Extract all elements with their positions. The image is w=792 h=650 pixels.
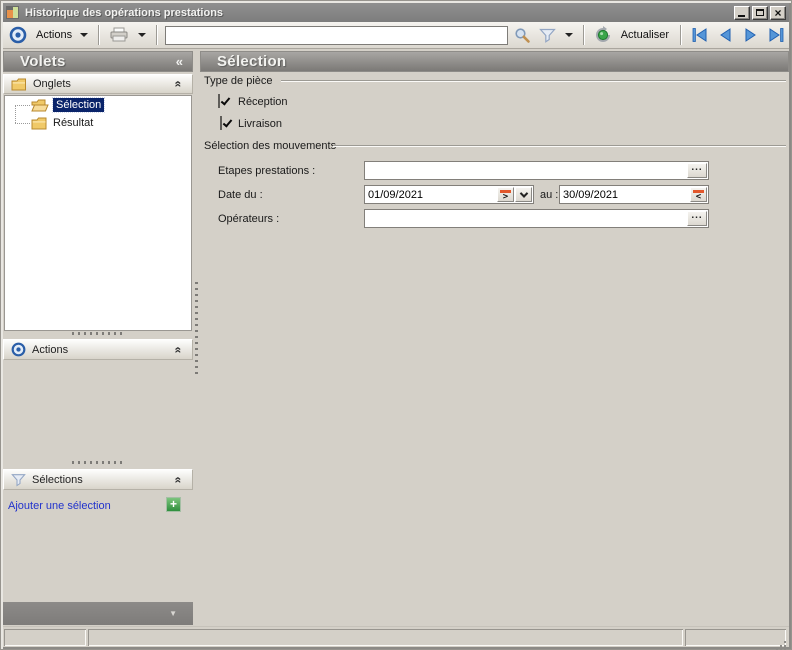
folder-icon	[11, 78, 27, 91]
etapes-browse-button[interactable]: ...	[687, 163, 707, 178]
toolbar-separator	[582, 25, 585, 45]
main-panel-header: Sélection	[200, 51, 789, 72]
resize-grip[interactable]	[784, 641, 786, 643]
section-actions-header[interactable]: Actions «	[3, 339, 193, 360]
app-window: Historique des opérations prestations × …	[0, 0, 792, 650]
group-divider	[281, 80, 786, 82]
tree-item-resultat[interactable]: Résultat	[31, 115, 93, 131]
minimize-icon	[738, 14, 745, 17]
reception-checkbox[interactable]	[218, 94, 220, 108]
status-pane-left	[4, 629, 86, 646]
print-dropdown-icon[interactable]	[138, 33, 147, 37]
refresh-button[interactable]: Actualiser	[621, 29, 669, 41]
livraison-checkbox[interactable]	[220, 116, 222, 130]
actions-target-icon	[11, 342, 26, 357]
filter-dropdown-icon[interactable]	[564, 33, 573, 37]
actions-dropdown-icon[interactable]	[80, 33, 89, 37]
toolbar-separator	[680, 25, 682, 45]
section-actions-label: Actions	[32, 343, 69, 356]
chevron-collapse-icon[interactable]: «	[172, 476, 186, 483]
chevron-collapse-icon[interactable]: «	[172, 81, 186, 88]
operateurs-input[interactable]	[365, 210, 687, 227]
main-panel-title: Sélection	[217, 53, 287, 70]
tree-connector	[15, 105, 30, 106]
date-au-field: <	[559, 185, 709, 204]
tree-connector	[15, 105, 16, 123]
operateurs-browse-button[interactable]: ...	[687, 211, 707, 226]
search-icon[interactable]	[514, 27, 531, 44]
search-input[interactable]	[165, 25, 508, 45]
nav-first-button[interactable]	[691, 28, 708, 42]
nav-previous-button[interactable]	[718, 28, 733, 42]
sidebar-overflow-bar[interactable]: ▼	[3, 602, 193, 625]
print-button[interactable]	[109, 27, 129, 43]
date-du-field: >	[364, 185, 534, 204]
group-divider	[333, 145, 786, 147]
section-onglets-label: Onglets	[33, 78, 71, 90]
onglets-tree: Sélection Résultat	[4, 95, 192, 331]
date-du-input[interactable]	[365, 186, 497, 203]
date-du-label: Date du :	[218, 189, 263, 201]
sidebar-splitter[interactable]	[3, 331, 193, 336]
maximize-button[interactable]	[752, 5, 768, 20]
section-selections-label: Sélections	[32, 473, 83, 486]
window-title: Historique des opérations prestations	[25, 6, 224, 19]
toolbar-separator	[98, 25, 101, 45]
chevron-down-icon[interactable]: ▼	[169, 609, 177, 618]
group-type-piece-label: Type de pièce	[204, 75, 273, 87]
livraison-checkbox-label: Livraison	[238, 118, 283, 130]
arrow-left-icon: <	[695, 191, 702, 202]
date-du-dropdown-button[interactable]	[515, 187, 532, 202]
group-mouvements-label: Sélection des mouvements	[204, 140, 337, 152]
collapse-panel-icon[interactable]: «	[176, 54, 183, 69]
title-bar: Historique des opérations prestations ×	[3, 3, 789, 22]
volets-title: Volets	[20, 53, 66, 70]
nav-next-button[interactable]	[743, 28, 758, 42]
status-pane-right	[685, 629, 786, 646]
actions-menu-button[interactable]: Actions	[36, 29, 72, 41]
status-bar	[3, 626, 789, 647]
tree-item-resultat-label: Résultat	[53, 117, 94, 129]
volets-panel-header: Volets «	[3, 51, 193, 72]
tree-item-selection-label: Sélection	[51, 97, 106, 113]
date-au-input[interactable]	[560, 186, 690, 203]
reception-checkbox-label: Réception	[238, 96, 288, 108]
sidebar-splitter[interactable]	[3, 460, 193, 465]
status-pane-middle	[88, 629, 683, 646]
toolbar-separator	[156, 25, 159, 45]
chevron-collapse-icon[interactable]: «	[172, 346, 186, 353]
add-selection-link[interactable]: Ajouter une sélection	[8, 500, 111, 512]
etapes-prestations-label: Etapes prestations :	[218, 165, 316, 177]
app-icon	[6, 6, 19, 19]
actions-target-icon[interactable]	[9, 26, 27, 44]
chevron-down-icon	[519, 188, 528, 198]
close-icon: ×	[774, 5, 782, 20]
toolbar: Actions Actualiser	[3, 22, 789, 49]
date-au-label: au :	[540, 189, 559, 201]
refresh-icon[interactable]	[594, 26, 612, 44]
maximize-icon	[756, 8, 764, 16]
tree-connector	[15, 123, 30, 124]
arrow-right-icon: >	[502, 191, 509, 202]
open-folder-icon	[31, 99, 49, 111]
nav-last-button[interactable]	[768, 28, 785, 42]
close-button[interactable]: ×	[770, 5, 786, 20]
etapes-prestations-field: ...	[364, 161, 709, 180]
section-onglets-header[interactable]: Onglets «	[3, 74, 193, 94]
etapes-prestations-input[interactable]	[365, 162, 687, 179]
add-selection-plus-button[interactable]: +	[166, 497, 181, 512]
filter-icon	[11, 473, 26, 487]
section-selections-header[interactable]: Sélections «	[3, 469, 193, 490]
operateurs-label: Opérateurs :	[218, 213, 280, 225]
filter-icon[interactable]	[538, 28, 556, 43]
operateurs-field: ...	[364, 209, 709, 228]
tree-item-selection[interactable]: Sélection	[31, 97, 106, 113]
panel-resize-grip[interactable]	[195, 282, 198, 378]
folder-icon	[31, 117, 47, 129]
date-du-calendar-button[interactable]: >	[497, 187, 514, 202]
date-au-calendar-button[interactable]: <	[690, 187, 707, 202]
minimize-button[interactable]	[734, 5, 750, 20]
